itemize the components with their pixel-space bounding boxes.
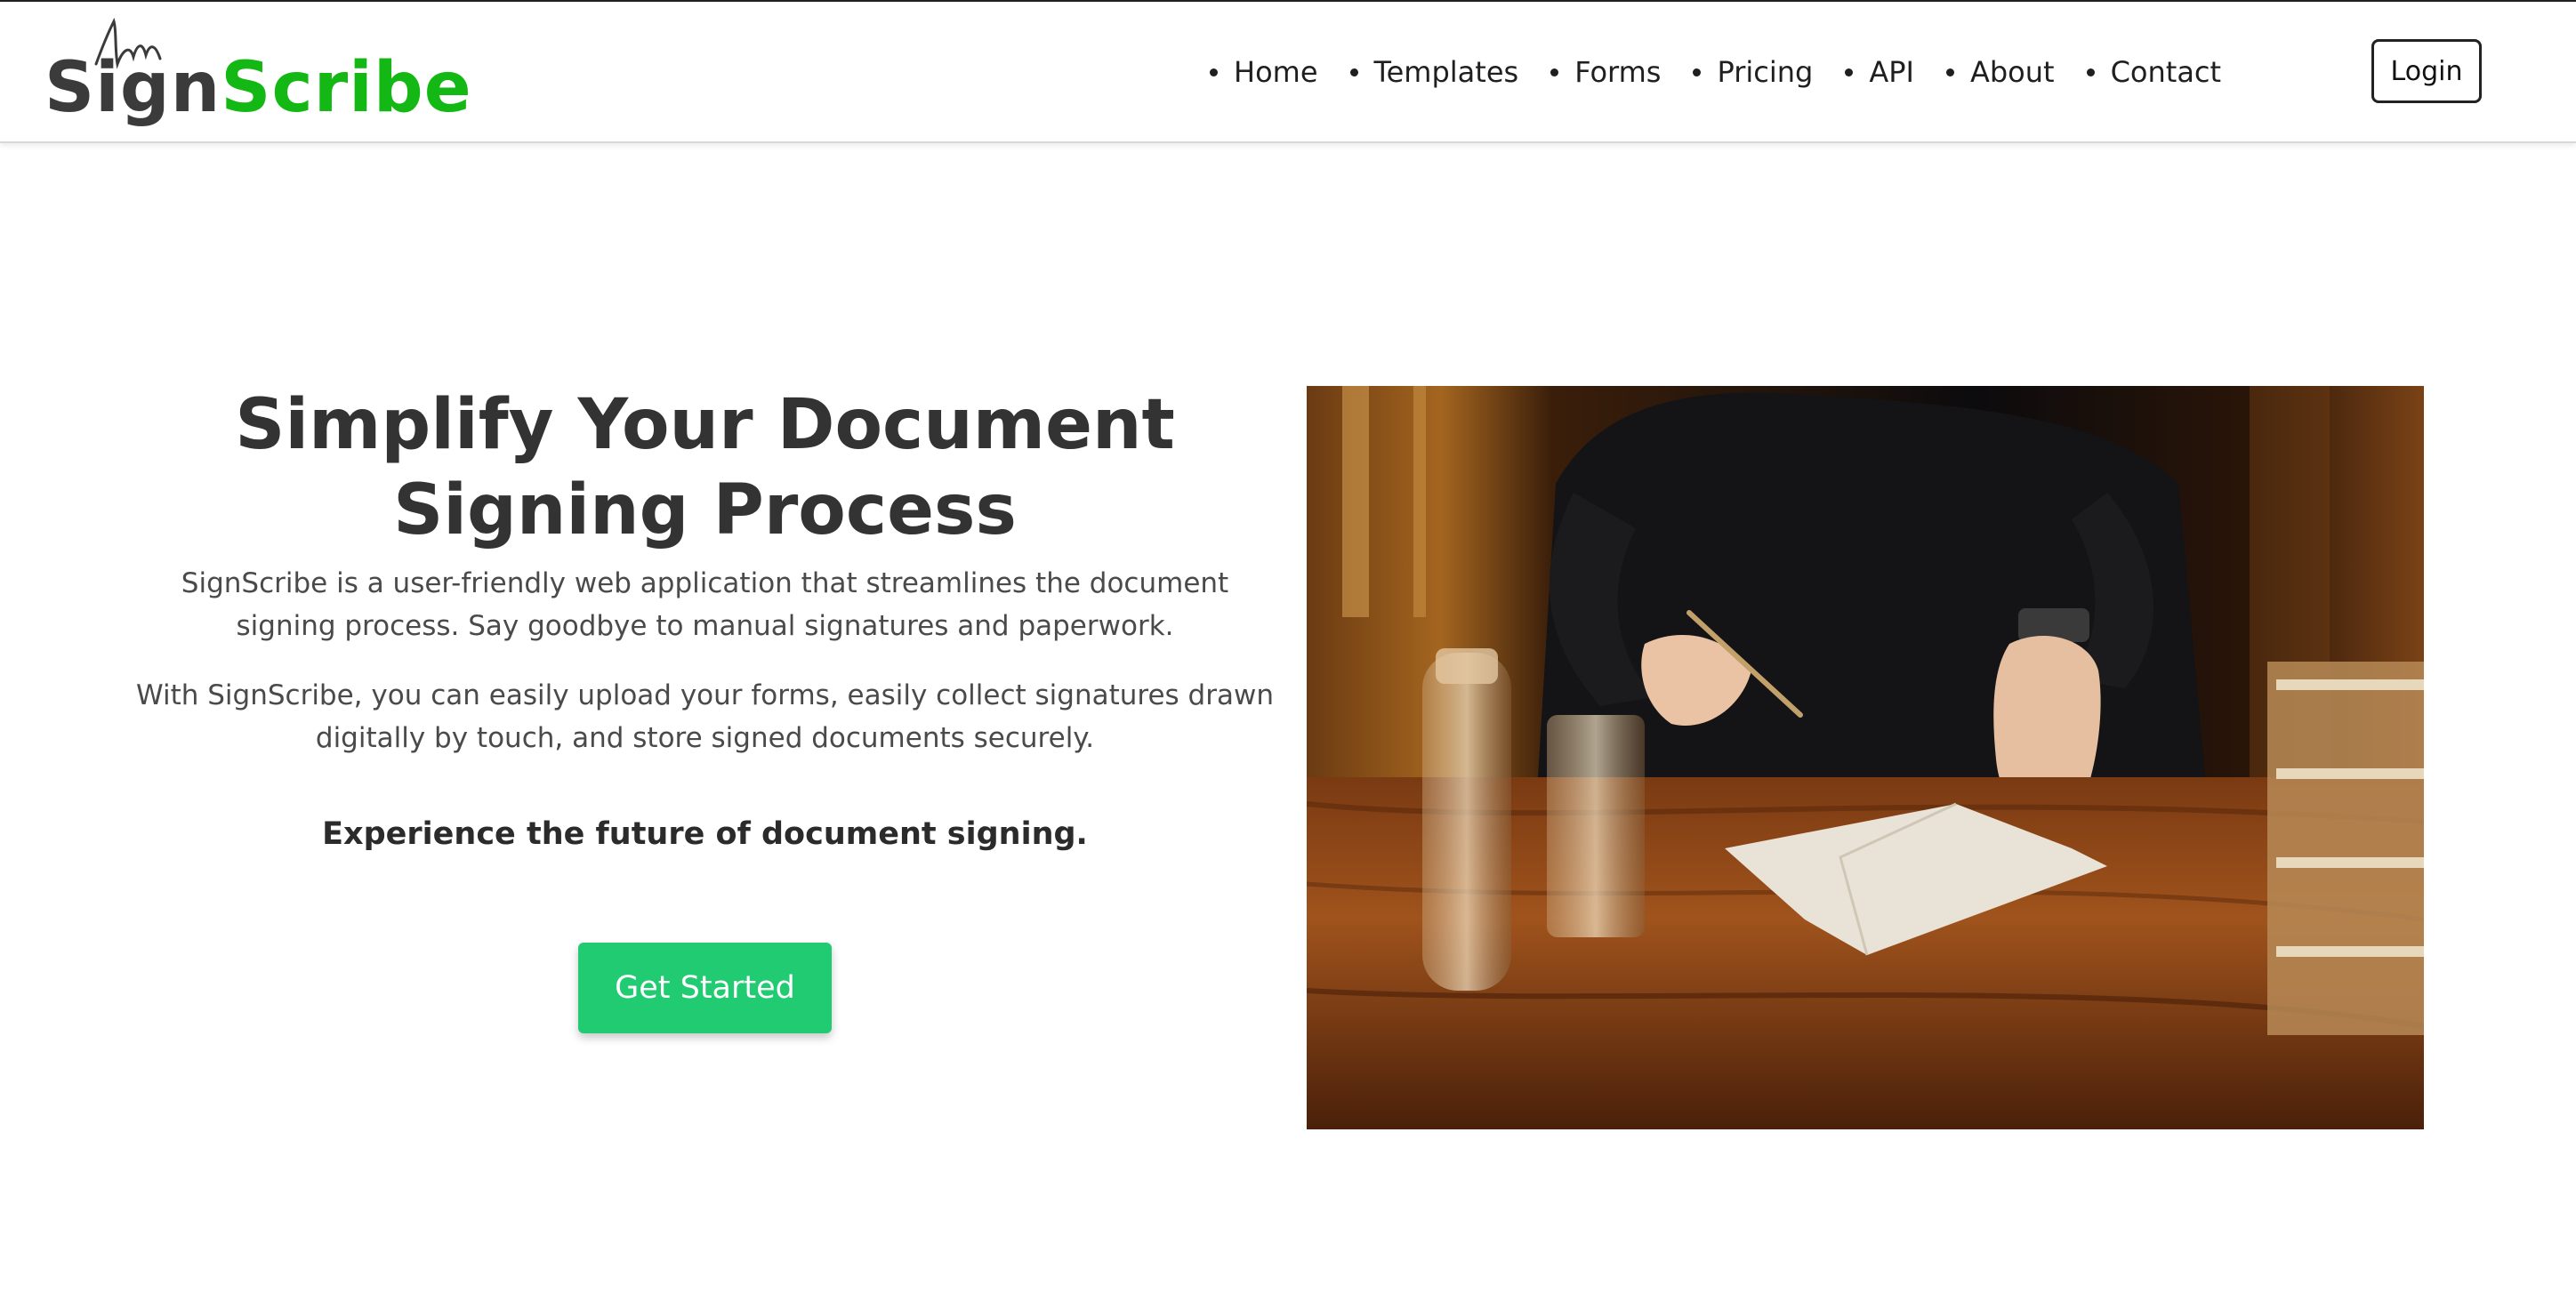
- hero-photo-illustration: [1307, 386, 2424, 1129]
- nav-item-label: Pricing: [1717, 55, 1814, 89]
- bullet-icon: [1550, 68, 1559, 76]
- nav-item-home[interactable]: Home: [1210, 55, 1318, 89]
- logo-text-sign: Sign: [44, 48, 221, 128]
- nav-item-contact[interactable]: Contact: [2086, 55, 2222, 89]
- bullet-icon: [1693, 68, 1702, 76]
- nav-item-label: Contact: [2110, 55, 2222, 89]
- bullet-icon: [2086, 68, 2095, 76]
- bullet-icon: [1349, 68, 1358, 76]
- hero-title: Simplify Your Document Signing Process: [235, 385, 1175, 550]
- hero-tagline: Experience the future of document signin…: [322, 816, 1088, 852]
- hero-image: [1307, 386, 2424, 1129]
- site-header: SignScribe Home Templates Forms Pricing …: [0, 2, 2576, 143]
- hero-description: SignScribe is a user-friendly web applic…: [181, 567, 1229, 642]
- bullet-icon: [1845, 68, 1854, 76]
- nav-item-label: Home: [1234, 55, 1318, 89]
- nav-item-api[interactable]: API: [1845, 55, 1914, 89]
- nav-item-forms[interactable]: Forms: [1550, 55, 1661, 89]
- nav-item-label: About: [1969, 55, 2055, 89]
- nav-item-label: Templates: [1373, 55, 1519, 89]
- get-started-button[interactable]: Get Started: [578, 943, 832, 1033]
- login-button[interactable]: Login: [2371, 39, 2482, 103]
- main-nav: Home Templates Forms Pricing API About C…: [1210, 55, 2253, 100]
- signscribe-logo[interactable]: SignScribe: [44, 18, 471, 133]
- nav-item-about[interactable]: About: [1945, 55, 2055, 89]
- logo-text-scribe: Scribe: [221, 48, 472, 128]
- hero-features: With SignScribe, you can easily upload y…: [136, 679, 1274, 754]
- bullet-icon: [1945, 68, 1954, 76]
- bullet-icon: [1210, 68, 1218, 76]
- hero-content: Simplify Your Document Signing Process S…: [133, 382, 1276, 852]
- nav-item-templates[interactable]: Templates: [1349, 55, 1519, 89]
- nav-item-pricing[interactable]: Pricing: [1693, 55, 1813, 89]
- nav-item-label: API: [1869, 55, 1914, 89]
- logo-wordmark: SignScribe: [44, 53, 472, 123]
- nav-item-label: Forms: [1574, 55, 1662, 89]
